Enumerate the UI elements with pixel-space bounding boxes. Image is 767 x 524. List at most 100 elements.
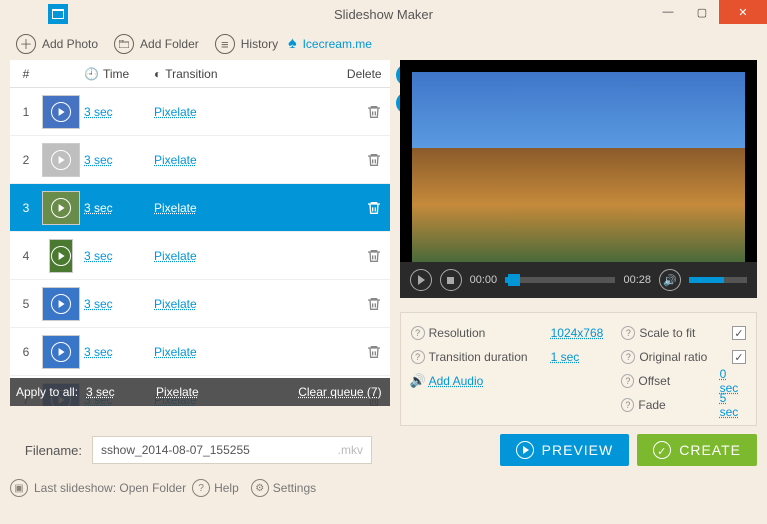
help-icon[interactable]: ? [621,374,634,388]
toolbar: ＋ Add Photo Add Folder ≡ History ♠ Icecr… [0,28,767,60]
row-thumbnail[interactable] [38,92,84,132]
preview-image [412,72,745,262]
fade-value[interactable]: 5 sec [720,391,746,419]
current-time: 00:00 [470,274,498,286]
offset-label: Offset [638,374,715,388]
last-slideshow-link[interactable]: Last slideshow: Open Folder [34,481,186,495]
resolution-label: Resolution [429,326,547,340]
transition-duration-label: Transition duration [429,350,547,364]
apply-all-transition[interactable]: Pixelate [156,385,298,399]
row-delete-button[interactable] [334,296,382,312]
table-row[interactable]: 6 3 secPixelate [10,328,390,376]
table-header: # 🕘Time ◐Transition Delete [10,60,390,88]
row-num: 4 [14,249,38,263]
row-num: 5 [14,297,38,311]
row-time[interactable]: 3 sec [84,153,154,167]
add-audio-button[interactable]: Add Audio [429,374,484,388]
fade-label: Fade [638,398,715,412]
filename-input[interactable]: sshow_2014-08-07_155255 .mkv [92,436,372,464]
ratio-checkbox[interactable]: ✓ [732,350,746,364]
history-icon: ≡ [215,34,235,54]
row-delete-button[interactable] [334,248,382,264]
row-transition[interactable]: Pixelate [154,249,334,263]
header-delete: Delete [334,67,382,81]
row-thumbnail[interactable] [38,140,84,180]
scale-label: Scale to fit [639,326,723,340]
help-icon[interactable]: ? [621,326,635,340]
apply-all-time[interactable]: 3 sec [86,385,156,399]
row-delete-button[interactable] [334,200,382,216]
maximize-button[interactable]: ▢ [685,0,719,24]
total-time: 00:28 [623,274,651,286]
row-thumbnail[interactable] [38,188,84,228]
row-delete-button[interactable] [334,104,382,120]
stop-button[interactable] [440,269,462,291]
settings-button[interactable]: ⚙Settings [251,479,316,497]
clear-queue-button[interactable]: Clear queue (7) [298,385,381,399]
app-title: Slideshow Maker [334,7,433,22]
table-row[interactable]: 2 3 secPixelate [10,136,390,184]
folder-icon: ▣ [10,479,28,497]
apply-all-label: Apply to all: [16,385,86,399]
row-delete-button[interactable] [334,344,382,360]
row-time[interactable]: 3 sec [84,105,154,119]
add-photo-button[interactable]: ＋ Add Photo [10,32,104,56]
row-thumbnail[interactable] [38,236,84,276]
scale-checkbox[interactable]: ✓ [732,326,746,340]
volume-bar[interactable] [689,277,747,283]
help-button[interactable]: ?Help [192,479,239,497]
brand-link[interactable]: Icecream.me [303,37,372,51]
preview-pane: 00:00 00:28 🔊 [400,60,757,298]
player-controls: 00:00 00:28 🔊 [400,262,757,298]
resolution-value[interactable]: 1024x768 [551,326,604,340]
row-delete-button[interactable] [334,152,382,168]
seek-bar[interactable] [505,277,615,283]
row-transition[interactable]: Pixelate [154,153,334,167]
help-icon[interactable]: ? [411,326,425,340]
play-icon [516,441,534,459]
row-transition[interactable]: Pixelate [154,297,334,311]
table-row[interactable]: 5 3 secPixelate [10,280,390,328]
row-transition[interactable]: Pixelate [154,201,334,215]
row-time[interactable]: 3 sec [84,297,154,311]
row-transition[interactable]: Pixelate [154,105,334,119]
preview-button[interactable]: PREVIEW [500,434,630,466]
row-num: 6 [14,345,38,359]
transition-duration-value[interactable]: 1 sec [551,350,580,364]
minimize-button[interactable]: — [651,0,685,24]
row-num: 2 [14,153,38,167]
table-row[interactable]: 3 3 secPixelate [10,184,390,232]
create-button[interactable]: CREATE [637,434,757,466]
plus-icon: ＋ [16,34,36,54]
settings-panel: ? Resolution 1024x768 ? Transition duration… [400,312,757,426]
row-num: 3 [14,201,38,215]
header-num: # [14,67,38,81]
row-thumbnail[interactable] [38,284,84,324]
row-thumbnail[interactable] [38,332,84,372]
check-icon [653,441,671,459]
help-icon[interactable]: ? [411,350,425,364]
close-button[interactable]: ✕ [719,0,767,24]
apply-all-bar: Apply to all: 3 sec Pixelate Clear queue… [10,378,390,406]
row-time[interactable]: 3 sec [84,345,154,359]
app-icon [48,4,68,24]
mute-button[interactable]: 🔊 [659,269,681,291]
brand-icon: ♠ [288,35,297,53]
add-folder-button[interactable]: Add Folder [108,32,205,56]
row-transition[interactable]: Pixelate [154,345,334,359]
help-icon[interactable]: ? [621,350,635,364]
table-row[interactable]: 4 3 secPixelate [10,232,390,280]
title-bar: Slideshow Maker — ▢ ✕ [0,0,767,28]
ratio-label: Original ratio [639,350,723,364]
row-time[interactable]: 3 sec [84,201,154,215]
history-button[interactable]: ≡ History [209,32,284,56]
filename-ext: .mkv [338,443,363,457]
header-time[interactable]: 🕘Time [84,67,154,81]
row-time[interactable]: 3 sec [84,249,154,263]
help-icon[interactable]: ? [621,398,634,412]
play-button[interactable] [410,269,432,291]
transition-icon: ◐ [154,67,161,81]
header-transition[interactable]: ◐Transition [154,67,334,81]
table-row[interactable]: 13 secPixelate [10,88,390,136]
clock-icon: 🕘 [84,67,99,81]
